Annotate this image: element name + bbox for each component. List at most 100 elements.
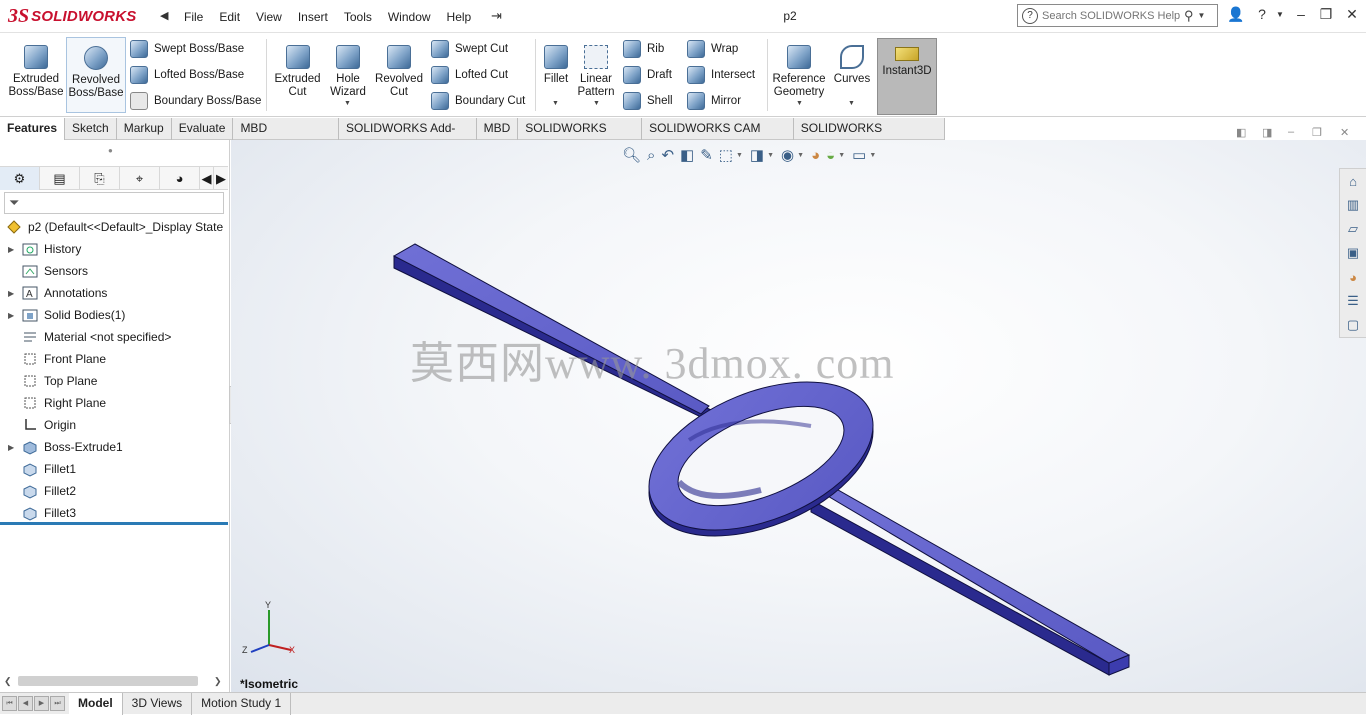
help-icon[interactable]: ? (1252, 6, 1272, 22)
tree-root-part[interactable]: p2 (Default<<Default>_Display State (0, 216, 228, 238)
instant3d-button[interactable]: Instant3D (877, 38, 937, 115)
tab-3d-views[interactable]: 3D Views (123, 693, 193, 715)
search-box[interactable]: ? ⚲ ▼ (1017, 4, 1218, 27)
tree-item-front-plane[interactable]: Front Plane (0, 348, 228, 370)
graphics-area[interactable]: 🔍︎ ⌕ ↶ ◧ ✎ ⬚▼ ◨▼ ◉▼ ◕ ◒▼ ▭▼ ◧ (231, 140, 1366, 692)
tree-item-solid-bodies[interactable]: ▶ Solid Bodies(1) (0, 304, 228, 326)
pane-splitter-handle[interactable]: ● (108, 146, 113, 155)
viewport-next-icon[interactable]: ◨ (1262, 126, 1272, 139)
tab-evaluate[interactable]: Evaluate (172, 118, 234, 140)
tree-item-fillet2[interactable]: Fillet2 (0, 480, 228, 502)
restore-icon[interactable]: ❐ (1316, 6, 1336, 23)
configuration-manager-tab-icon[interactable]: ⎘ (80, 167, 120, 190)
extruded-boss-button[interactable]: Extruded Boss/Base (6, 37, 66, 113)
view-palette-icon[interactable]: ▣ (1340, 241, 1366, 265)
user-icon[interactable]: 👤 (1226, 6, 1246, 23)
tab-solidworks-add-ins[interactable]: SOLIDWORKS Add-Ins (339, 118, 477, 156)
expand-arrow-icon[interactable]: ▶ (8, 289, 18, 298)
minimize-icon[interactable]: – (1291, 6, 1311, 22)
boundary-boss-button[interactable]: Boundary Boss/Base (130, 91, 261, 111)
menu-insert[interactable]: Insert (298, 10, 328, 24)
tab-solidworks-cam[interactable]: SOLIDWORKS CAM (518, 118, 643, 156)
tree-item-fillet3[interactable]: Fillet3 (0, 502, 228, 524)
viewport-previous-icon[interactable]: ◧ (1236, 126, 1246, 139)
expand-arrow-icon[interactable]: ▶ (8, 311, 18, 320)
solidworks-resources-icon[interactable]: ⌂ (1340, 169, 1366, 193)
search-dropdown-icon[interactable]: ▼ (1198, 11, 1206, 20)
tree-item-boss-extrude1[interactable]: ▶ Boss-Extrude1 (0, 436, 228, 458)
tab-mbd[interactable]: MBD (477, 118, 519, 140)
tab-solidworks-cam-tbm[interactable]: SOLIDWORKS CAM TBM (642, 118, 794, 156)
scrollbar-thumb[interactable] (18, 676, 198, 686)
help-dropdown-icon[interactable]: ▼ (1270, 10, 1290, 19)
tree-filter[interactable]: ⏷ (4, 192, 224, 214)
expand-arrow-icon[interactable]: ▶ (8, 443, 18, 452)
linear-pattern-dropdown-icon[interactable]: ▼ (593, 100, 600, 107)
menu-help[interactable]: Help (447, 10, 472, 24)
tabs-scroll-right-icon[interactable]: ▶ (214, 167, 228, 190)
tab-model[interactable]: Model (69, 693, 123, 715)
solidworks-logo[interactable]: 3S SOLIDWORKS (8, 2, 153, 31)
tree-item-top-plane[interactable]: Top Plane (0, 370, 228, 392)
menu-file[interactable]: File (184, 10, 203, 24)
scroll-right-icon[interactable]: ❯ (214, 676, 222, 687)
first-tab-icon[interactable]: ⏮ (2, 696, 17, 711)
file-explorer-icon[interactable]: ▱ (1340, 217, 1366, 241)
model-part-p2[interactable]: Y X Z (231, 140, 1366, 692)
menu-view[interactable]: View (256, 10, 282, 24)
shell-button[interactable]: Shell (623, 91, 673, 111)
property-manager-tab-icon[interactable]: ▤ (40, 167, 80, 190)
tree-item-annotations[interactable]: ▶ A Annotations (0, 282, 228, 304)
pin-menu-icon[interactable]: ⇥ (491, 8, 502, 24)
tab-markup[interactable]: Markup (117, 118, 172, 140)
viewport-close-icon[interactable]: ✕ (1340, 126, 1349, 139)
menu-window[interactable]: Window (388, 10, 431, 24)
tree-item-history[interactable]: ▶ History (0, 238, 228, 260)
wrap-button[interactable]: Wrap (687, 39, 738, 59)
display-manager-tab-icon[interactable]: ◕ (160, 167, 200, 190)
custom-properties-icon[interactable]: ☰ (1340, 289, 1366, 313)
viewport-minimize-icon[interactable]: – (1288, 126, 1294, 138)
fillet-dropdown-icon[interactable]: ▼ (552, 100, 559, 107)
lofted-cut-button[interactable]: Lofted Cut (431, 65, 508, 85)
tabs-scroll-left-icon[interactable]: ◀ (200, 167, 214, 190)
close-icon[interactable]: ✕ (1342, 6, 1362, 23)
tree-item-fillet1[interactable]: Fillet1 (0, 458, 228, 480)
tree-item-origin[interactable]: Origin (0, 414, 228, 436)
expand-arrow-icon[interactable]: ▶ (8, 245, 18, 254)
swept-boss-button[interactable]: Swept Boss/Base (130, 39, 244, 59)
boundary-cut-button[interactable]: Boundary Cut (431, 91, 525, 111)
forum-icon[interactable]: ▢ (1340, 313, 1366, 337)
swept-cut-button[interactable]: Swept Cut (431, 39, 508, 59)
rib-button[interactable]: Rib (623, 39, 664, 59)
design-library-icon[interactable]: ▥ (1340, 193, 1366, 217)
last-tab-icon[interactable]: ⏭ (50, 696, 65, 711)
lofted-boss-button[interactable]: Lofted Boss/Base (130, 65, 244, 85)
tab-solidworks-inspection[interactable]: SOLIDWORKS Inspection (794, 118, 945, 156)
next-tab-icon[interactable]: ▶ (34, 696, 49, 711)
mirror-button[interactable]: Mirror (687, 91, 741, 111)
menu-collapse-arrow-icon[interactable]: ◀ (160, 9, 168, 22)
search-input[interactable] (1042, 9, 1182, 22)
feature-manager-tree-tab-icon[interactable]: ⚙ (0, 167, 40, 190)
menu-tools[interactable]: Tools (344, 10, 372, 24)
reference-geometry-dropdown-icon[interactable]: ▼ (796, 100, 803, 107)
viewport-restore-icon[interactable]: ❐ (1312, 126, 1322, 139)
tab-features[interactable]: Features (0, 118, 66, 140)
previous-tab-icon[interactable]: ◀ (18, 696, 33, 711)
menu-edit[interactable]: Edit (219, 10, 240, 24)
intersect-button[interactable]: Intersect (687, 65, 755, 85)
tab-motion-study-1[interactable]: Motion Study 1 (192, 693, 292, 715)
scroll-left-icon[interactable]: ❮ (4, 676, 12, 687)
hole-wizard-dropdown-icon[interactable]: ▼ (344, 100, 351, 107)
dimxpert-manager-tab-icon[interactable]: ⌖ (120, 167, 160, 190)
tab-mbd-dimensions[interactable]: MBD Dimensions (233, 118, 340, 156)
tree-horizontal-scrollbar[interactable]: ❮ ❯ (4, 674, 224, 688)
tab-sketch[interactable]: Sketch (65, 118, 117, 140)
tree-item-right-plane[interactable]: Right Plane (0, 392, 228, 414)
revolved-boss-button[interactable]: Revolved Boss/Base (66, 37, 126, 113)
curves-dropdown-icon[interactable]: ▼ (848, 100, 855, 107)
extruded-cut-button[interactable]: Extruded Cut (270, 37, 325, 113)
rollback-bar[interactable] (0, 522, 228, 525)
tree-item-material[interactable]: Material <not specified> (0, 326, 228, 348)
